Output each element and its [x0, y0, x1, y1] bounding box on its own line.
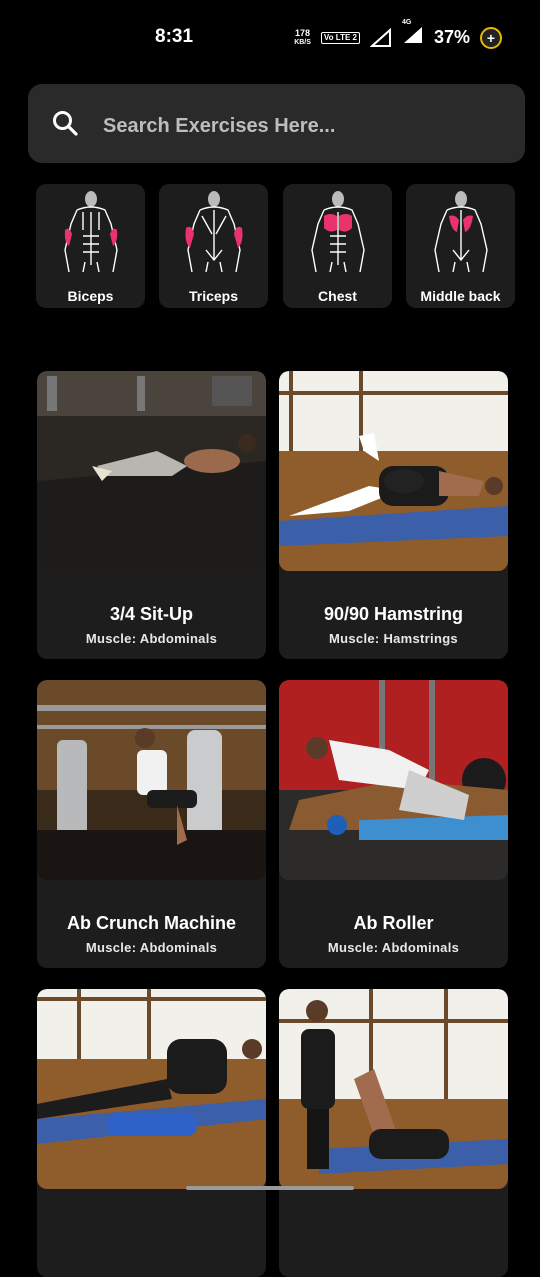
volte-icon: Vo LTE 2	[320, 31, 360, 44]
exercise-card[interactable]: Ab Roller Muscle: Abdominals	[279, 680, 508, 968]
exercise-image	[37, 989, 266, 1189]
biceps-muscle-icon	[64, 191, 118, 272]
network-speed: 178 KB/S	[294, 27, 311, 47]
exercise-name: 90/90 Hamstring	[323, 604, 464, 624]
exercise-card[interactable]	[37, 989, 266, 1277]
muscle-chip-label: Biceps	[67, 288, 114, 304]
muscle-chip-label: Triceps	[188, 288, 239, 304]
exercise-image	[279, 989, 508, 1189]
exercise-image	[279, 680, 508, 880]
signal-icon	[369, 27, 391, 47]
exercise-card[interactable]: Ab Crunch Machine Muscle: Abdominals	[37, 680, 266, 968]
exercise-muscle: Muscle: Abdominals	[327, 940, 460, 955]
network-speed-unit: KB/S	[294, 38, 311, 46]
chest-muscle-icon	[311, 191, 365, 272]
muscle-chip-middle-back[interactable]: Middle back	[406, 184, 515, 308]
muscle-chip-biceps[interactable]: Biceps	[36, 184, 145, 308]
exercise-muscle: Muscle: Abdominals	[85, 631, 218, 646]
muscle-chip-chest[interactable]: Chest	[283, 184, 392, 308]
exercise-image	[37, 371, 266, 571]
search-icon[interactable]	[52, 110, 78, 136]
exercise-card[interactable]: 3/4 Sit-Up Muscle: Abdominals	[37, 371, 266, 659]
signal-4g-icon: 4G	[402, 19, 424, 50]
exercise-card[interactable]	[279, 989, 508, 1277]
exercise-name: Ab Crunch Machine	[66, 913, 236, 933]
exercise-muscle: Muscle: Abdominals	[85, 940, 218, 955]
triceps-muscle-icon	[185, 191, 243, 272]
exercise-image	[279, 371, 508, 571]
network-type: 4G	[401, 19, 412, 26]
muscle-chip-triceps[interactable]: Triceps	[159, 184, 268, 308]
exercise-name: 3/4 Sit-Up	[109, 604, 193, 624]
exercise-image	[37, 680, 266, 880]
muscle-group-list[interactable]: Biceps Triceps Chest Middle back	[36, 184, 540, 308]
status-time: 8:31	[155, 26, 194, 47]
middle-back-muscle-icon	[434, 191, 488, 272]
muscle-chip-label: Chest	[318, 288, 357, 304]
exercise-card[interactable]: 90/90 Hamstring Muscle: Hamstrings	[279, 371, 508, 659]
battery-percent: 37%	[433, 27, 470, 47]
status-bar: 8:31 178 KB/S Vo LTE 2 4G 37% +	[0, 0, 540, 72]
home-indicator[interactable]	[186, 1186, 354, 1190]
status-icons: 178 KB/S Vo LTE 2 4G 37% +	[294, 19, 502, 50]
battery-saver-icon: +	[480, 26, 502, 49]
search-input[interactable]	[101, 108, 485, 144]
exercise-name: Ab Roller	[353, 913, 434, 933]
muscle-chip-label: Middle back	[420, 288, 501, 304]
network-speed-value: 178	[295, 27, 311, 38]
exercise-muscle: Muscle: Hamstrings	[329, 631, 458, 646]
